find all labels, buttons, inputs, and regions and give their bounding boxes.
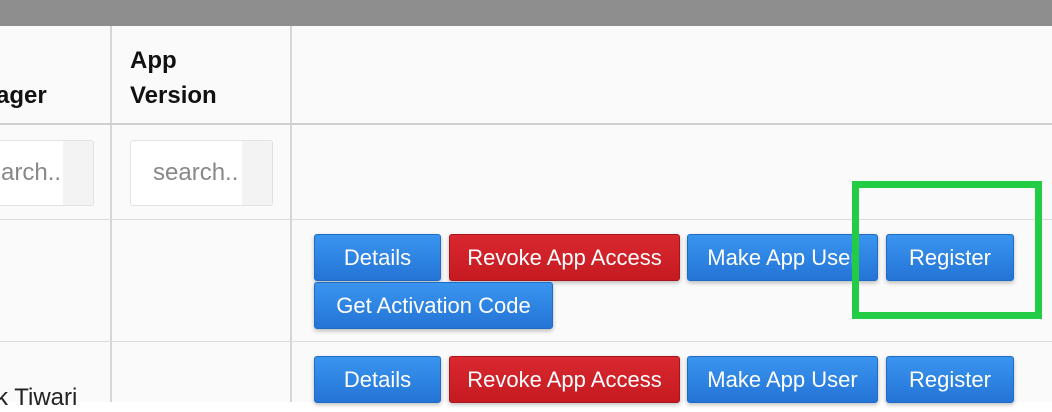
column-divider xyxy=(110,26,112,402)
make-app-user-button[interactable]: Make App User xyxy=(687,234,878,281)
get-activation-code-button[interactable]: Get Activation Code xyxy=(314,282,553,329)
app-version-search-placeholder: search.. xyxy=(153,159,239,186)
app-version-line2: Version xyxy=(130,82,217,109)
revoke-app-access-button[interactable]: Revoke App Access xyxy=(449,234,680,281)
input-edge xyxy=(242,141,272,205)
column-header-app-version[interactable]: App Version xyxy=(112,26,291,124)
top-bar xyxy=(0,0,1052,26)
manager-cell: k Tiwari xyxy=(0,384,78,411)
column-header-manager[interactable]: ager xyxy=(0,26,111,124)
details-button[interactable]: Details xyxy=(314,234,441,281)
column-header-actions xyxy=(292,26,1052,124)
column-divider xyxy=(290,26,292,402)
column-header-manager-label: ager xyxy=(0,82,47,109)
revoke-app-access-button[interactable]: Revoke App Access xyxy=(449,356,680,403)
highlight-box xyxy=(852,181,1042,319)
app-version-search-input[interactable]: search.. xyxy=(130,140,273,206)
row-divider xyxy=(0,341,1052,342)
manager-search-input[interactable]: arch.. xyxy=(0,140,94,206)
input-edge xyxy=(63,141,93,205)
header-divider xyxy=(0,123,1052,125)
column-header-app-version-label: App Version xyxy=(130,43,217,113)
manager-search-placeholder: arch.. xyxy=(1,159,62,186)
details-button[interactable]: Details xyxy=(314,356,441,403)
register-button[interactable]: Register xyxy=(886,356,1014,403)
app-version-line1: App xyxy=(130,47,177,74)
make-app-user-button[interactable]: Make App User xyxy=(687,356,878,403)
